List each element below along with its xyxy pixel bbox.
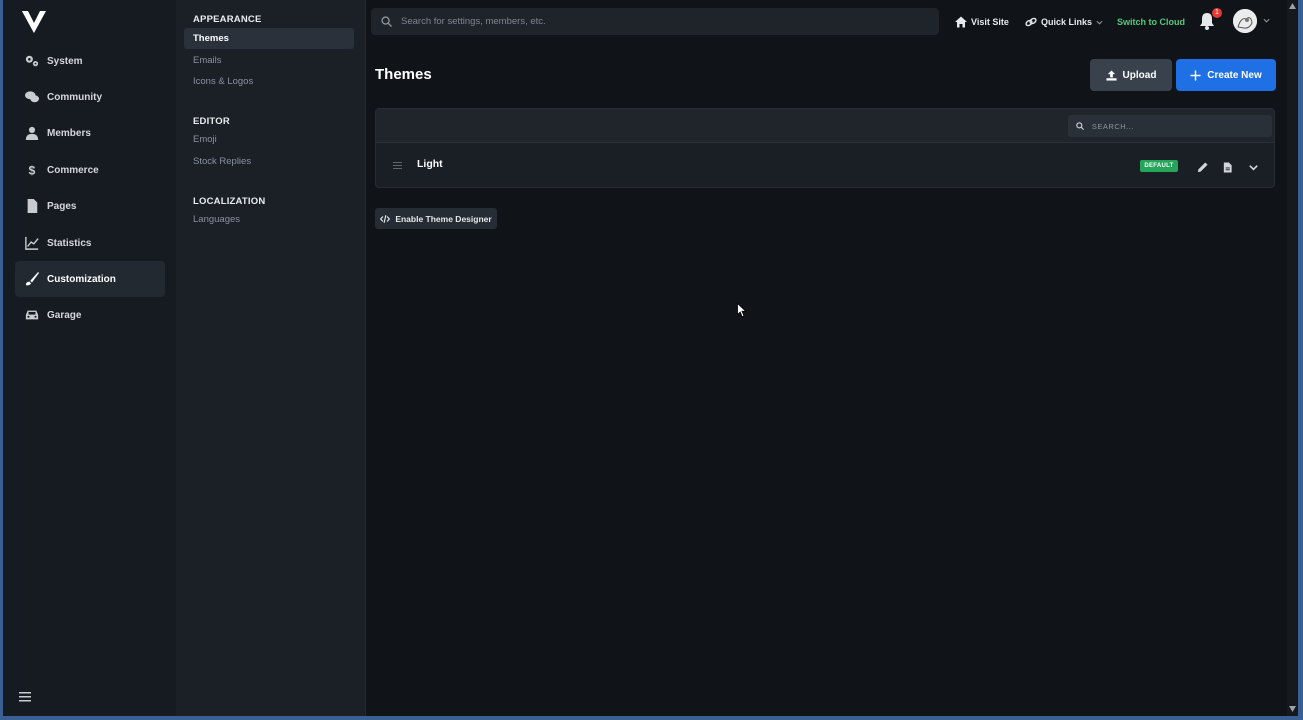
- brush-icon: [25, 272, 39, 286]
- nav-item-label: Members: [47, 127, 91, 139]
- file-icon: [1223, 162, 1232, 173]
- section-heading-appearance: APPEARANCE: [193, 14, 262, 25]
- export-button[interactable]: [1222, 160, 1233, 173]
- dollar-icon: $: [25, 163, 39, 177]
- file-icon: [25, 199, 39, 213]
- pencil-icon: [1197, 162, 1208, 173]
- nav-item-label: System: [47, 55, 83, 67]
- theme-name: Light: [417, 158, 443, 170]
- nav-item-customization[interactable]: Customization: [15, 261, 165, 297]
- nav-item-label: Community: [47, 91, 102, 103]
- nav-item-garage[interactable]: Garage: [15, 297, 165, 333]
- nav-item-label: Statistics: [47, 237, 92, 249]
- car-icon: [25, 308, 39, 322]
- code-icon: [380, 214, 391, 223]
- search-icon: [1076, 122, 1084, 130]
- table-header: [376, 109, 1274, 143]
- nav-item-community[interactable]: Community: [15, 79, 165, 115]
- nav-item-label: Pages: [47, 200, 77, 212]
- enable-theme-designer-button[interactable]: Enable Theme Designer: [375, 208, 497, 229]
- table-row[interactable]: Light DEFAULT: [376, 143, 1274, 187]
- edit-button[interactable]: [1197, 160, 1208, 173]
- create-new-button[interactable]: Create New: [1176, 59, 1276, 91]
- expand-button[interactable]: [1248, 160, 1259, 171]
- section-heading-editor: EDITOR: [193, 116, 230, 127]
- themes-table: Light DEFAULT: [375, 108, 1275, 188]
- app-window: System Community Members $ Commerce Page…: [3, 0, 1298, 716]
- subnav-item-themes[interactable]: Themes: [184, 28, 354, 49]
- user-icon: [25, 126, 39, 140]
- subnav-item-emails[interactable]: Emails: [184, 50, 354, 71]
- upload-icon: [1106, 69, 1117, 81]
- nav-item-label: Customization: [47, 273, 116, 285]
- scroll-down-icon[interactable]: [1289, 706, 1296, 712]
- link-icon: [1025, 17, 1037, 27]
- nav-item-label: Commerce: [47, 164, 99, 176]
- quick-links-menu[interactable]: Quick Links: [1025, 14, 1103, 30]
- page-title: Themes: [375, 66, 432, 83]
- enable-theme-designer-label: Enable Theme Designer: [395, 213, 492, 224]
- visit-site-link[interactable]: Visit Site: [955, 14, 1009, 30]
- table-search[interactable]: [1068, 115, 1272, 137]
- scroll-up-icon[interactable]: [1289, 3, 1296, 9]
- mouse-cursor-icon: [737, 303, 747, 318]
- gears-icon: [25, 54, 39, 68]
- global-search[interactable]: [371, 8, 939, 35]
- subnav-item-emoji[interactable]: Emoji: [184, 129, 354, 150]
- comments-icon: [25, 90, 39, 104]
- primary-nav: System Community Members $ Commerce Page…: [3, 0, 176, 716]
- nav-item-members[interactable]: Members: [15, 115, 165, 151]
- nav-item-system[interactable]: System: [15, 43, 165, 79]
- status-badge: DEFAULT: [1140, 160, 1178, 172]
- nav-item-statistics[interactable]: Statistics: [15, 225, 165, 261]
- search-input[interactable]: [399, 15, 923, 28]
- chevron-down-icon[interactable]: [1263, 17, 1270, 24]
- upload-button[interactable]: Upload: [1090, 59, 1172, 91]
- v-logo-icon[interactable]: [22, 11, 46, 33]
- chart-line-icon: [25, 236, 39, 250]
- nav-item-label: Garage: [47, 309, 82, 321]
- chevron-down-icon: [1096, 20, 1103, 25]
- table-search-input[interactable]: [1089, 120, 1272, 132]
- create-new-label: Create New: [1207, 69, 1262, 81]
- scrollbar[interactable]: [1287, 0, 1298, 716]
- secondary-nav: APPEARANCE Themes Emails Icons & Logos E…: [176, 0, 366, 716]
- nav-item-commerce[interactable]: $ Commerce: [15, 152, 165, 188]
- nav-item-pages[interactable]: Pages: [15, 188, 165, 224]
- quick-links-label: Quick Links: [1041, 17, 1093, 27]
- chevron-down-icon: [1249, 165, 1258, 171]
- subnav-item-stock-replies[interactable]: Stock Replies: [184, 151, 354, 172]
- visit-site-label: Visit Site: [971, 17, 1009, 27]
- menu-toggle-icon[interactable]: [19, 692, 31, 702]
- upload-label: Upload: [1122, 69, 1157, 81]
- subnav-item-languages[interactable]: Languages: [184, 209, 354, 230]
- plus-icon: [1190, 69, 1201, 81]
- subnav-item-icons-logos[interactable]: Icons & Logos: [184, 71, 354, 92]
- svg-text:$: $: [29, 163, 36, 177]
- switch-to-cloud-link[interactable]: Switch to Cloud: [1117, 14, 1185, 30]
- drag-handle-icon[interactable]: [393, 162, 402, 169]
- search-icon: [381, 16, 392, 27]
- section-heading-localization: LOCALIZATION: [193, 196, 266, 207]
- switch-to-cloud-label: Switch to Cloud: [1117, 17, 1185, 27]
- home-icon: [955, 16, 967, 28]
- avatar[interactable]: [1233, 9, 1257, 33]
- notification-count-badge: 1: [1212, 8, 1222, 18]
